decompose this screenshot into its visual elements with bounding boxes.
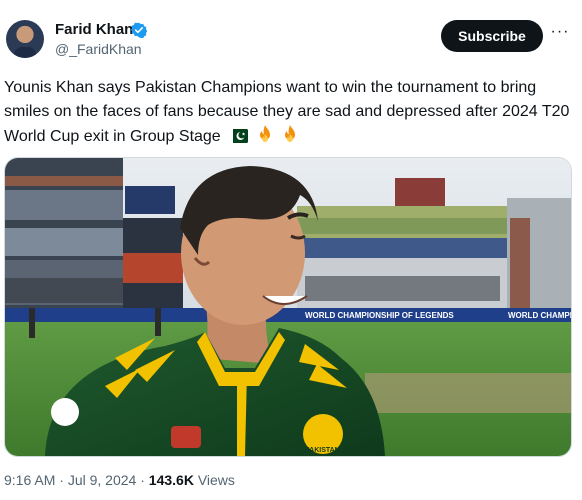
board-text-right: WORLD CHAMPIONS (508, 311, 571, 320)
tweet-date[interactable]: Jul 9, 2024 (68, 472, 137, 488)
fire-icon (259, 125, 270, 142)
tweet-meta: 9:16 AM · Jul 9, 2024 · 143.6K Views (4, 472, 235, 488)
photo-illustration: WORLD CHAMPIONSHIP OF LEGENDS WORLD CHAM… (5, 158, 571, 456)
subscribe-button[interactable]: Subscribe (441, 20, 543, 52)
author-name[interactable]: Farid Khan (55, 21, 133, 38)
meta-separator: · (140, 472, 145, 488)
more-options-icon[interactable]: ··· (550, 24, 570, 44)
meta-separator: · (59, 472, 64, 488)
tweet-text: Younis Khan says Pakistan Champions want… (4, 76, 570, 149)
fire-icon (285, 125, 296, 142)
board-text-left: WORLD CHAMPIONSHIP OF LEGENDS (305, 311, 454, 320)
views-label: Views (197, 472, 235, 488)
tweet-media-photo[interactable]: WORLD CHAMPIONSHIP OF LEGENDS WORLD CHAM… (4, 157, 572, 457)
shirt-badge-text: PAKISTAN (305, 447, 340, 454)
verified-badge-icon (131, 22, 147, 38)
pakistan-flag-icon (228, 129, 249, 143)
tweet-header: Farid Khan @_FaridKhan Subscribe ··· (0, 0, 582, 68)
views-count: 143.6K (148, 472, 194, 488)
tweet-time[interactable]: 9:16 AM (4, 472, 55, 488)
author-handle[interactable]: @_FaridKhan (55, 41, 142, 57)
avatar[interactable] (6, 20, 44, 58)
